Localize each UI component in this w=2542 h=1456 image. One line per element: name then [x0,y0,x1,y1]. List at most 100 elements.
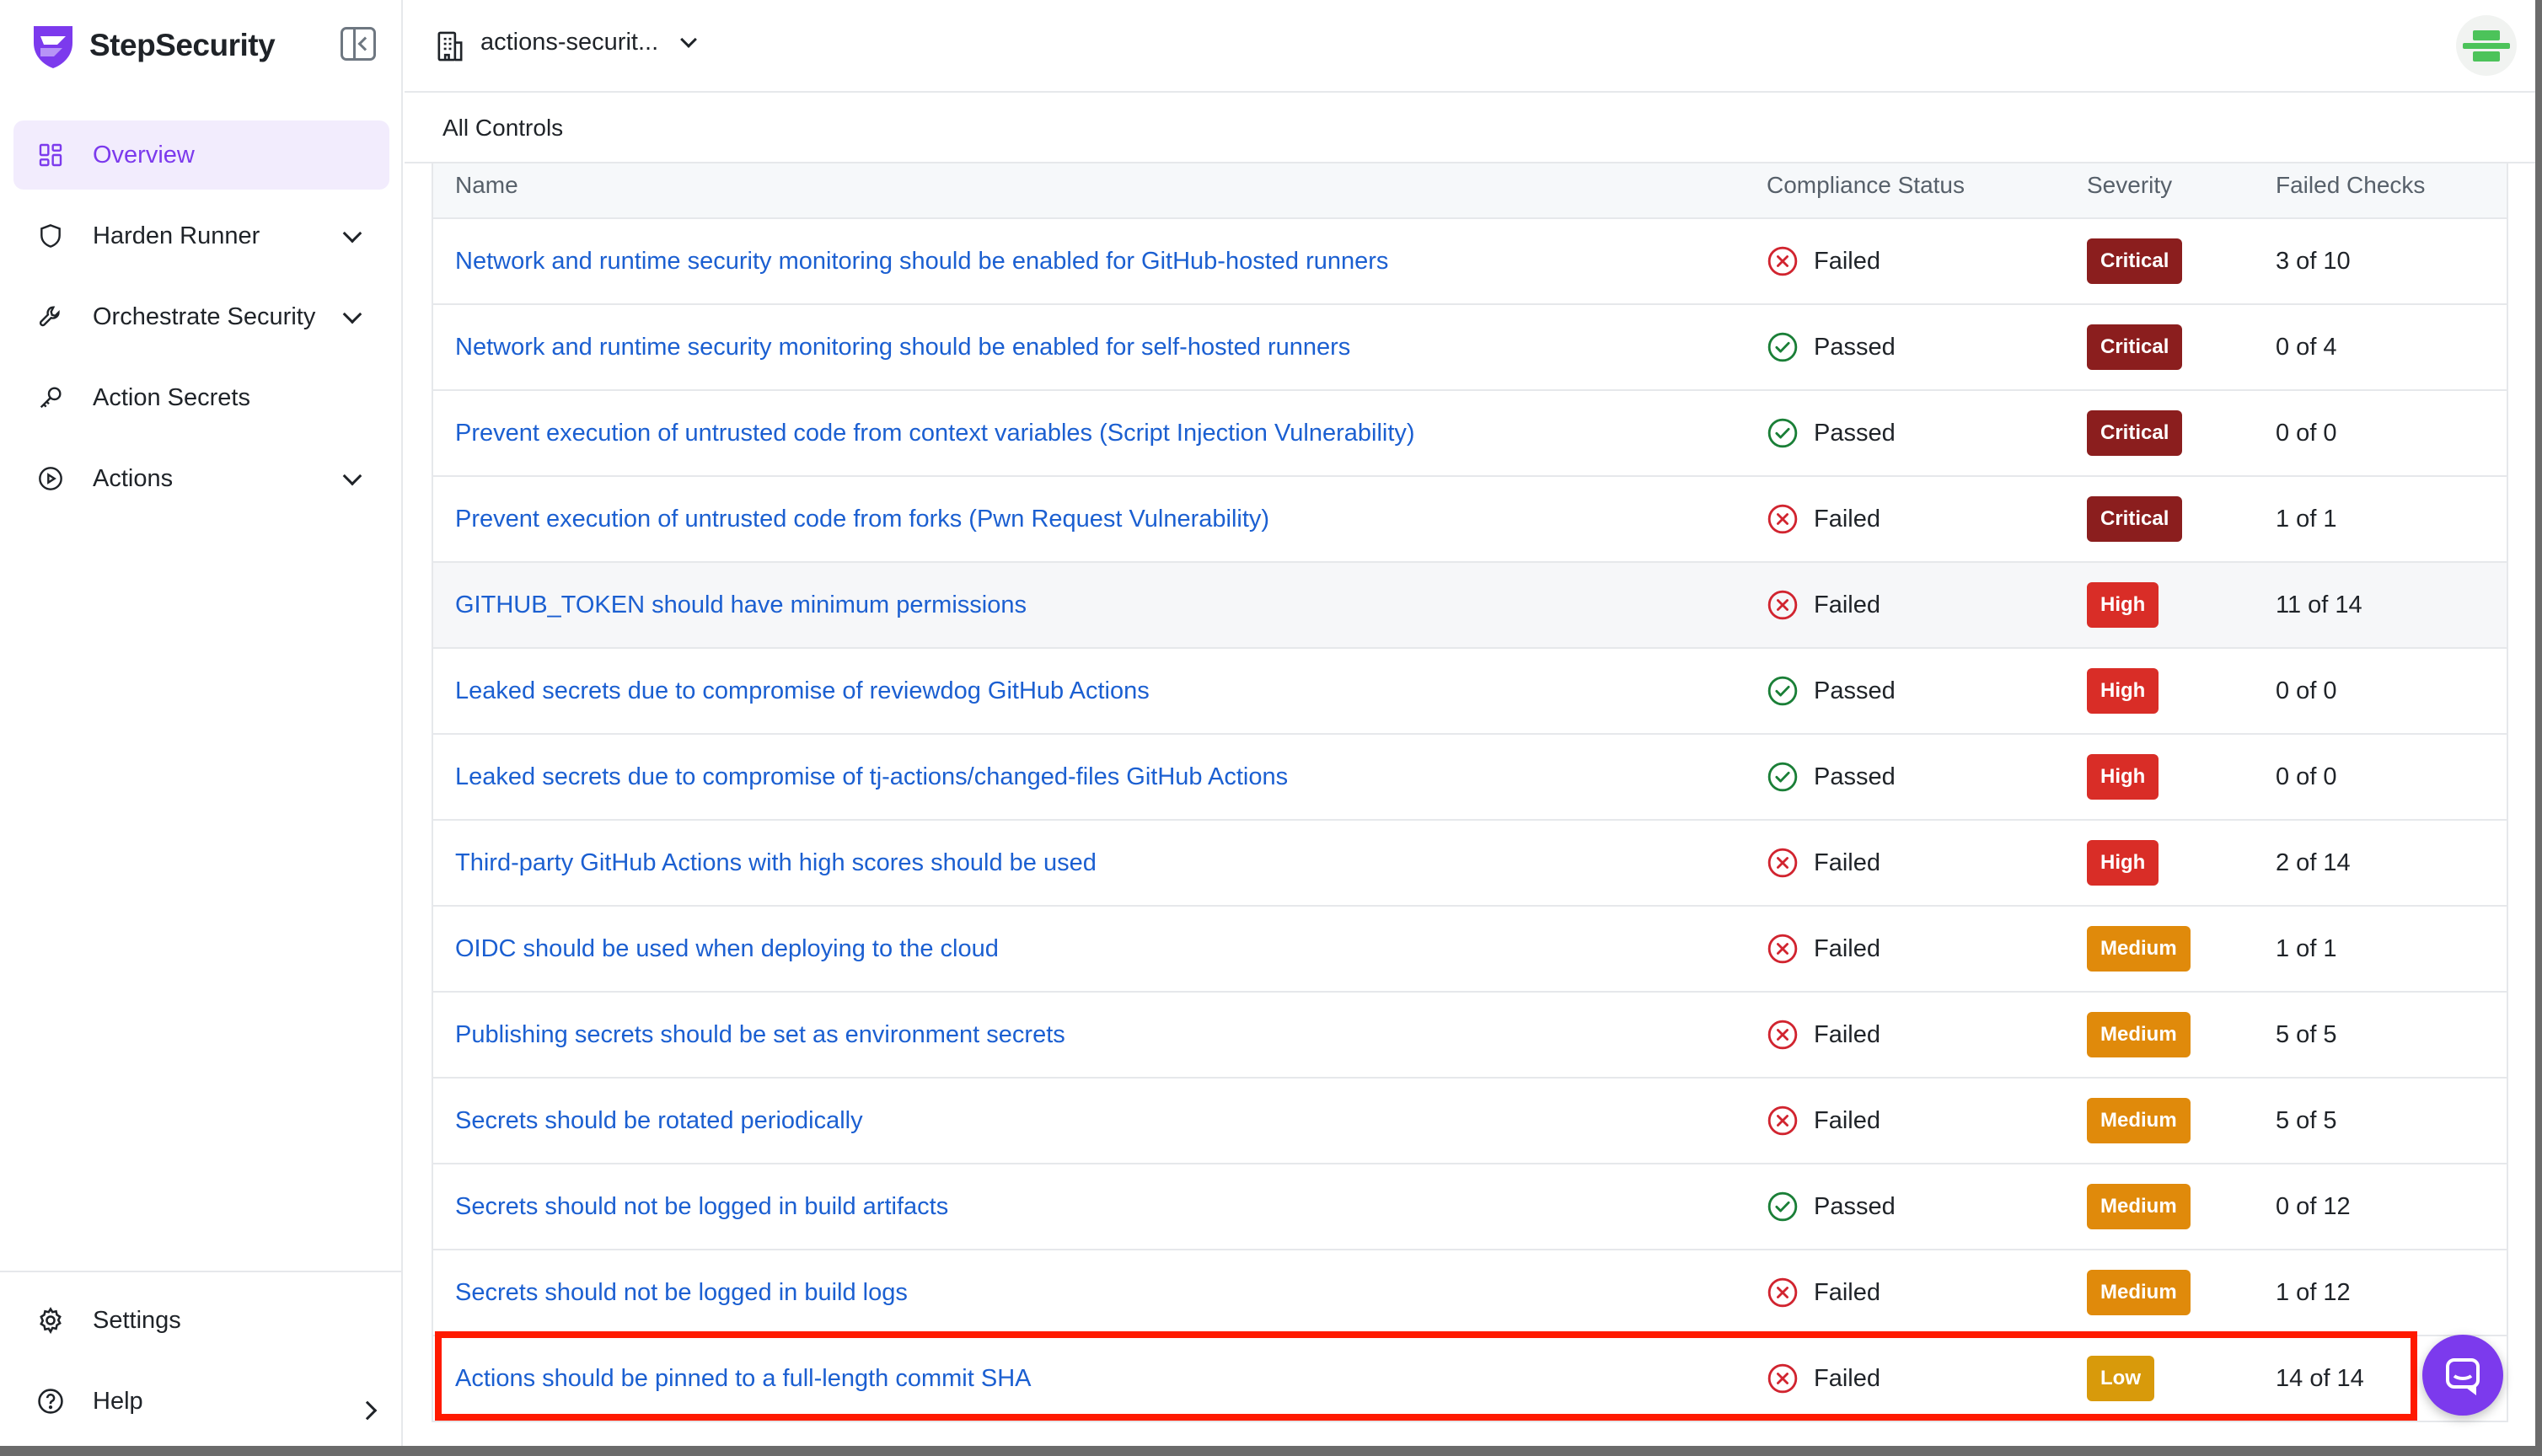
sidebar-item-label: Orchestrate Security [93,302,316,330]
severity-cell: High [2087,735,2159,819]
failed-checks: 11 of 14 [2276,591,2362,618]
severity-badge: Medium [2087,1098,2191,1143]
control-name-link[interactable]: Prevent execution of untrusted code from… [455,477,1269,561]
table-row[interactable]: Leaked secrets due to compromise of tj-a… [432,735,2508,821]
compliance-status: Failed [1767,993,1880,1077]
table-row[interactable]: Third-party GitHub Actions with high sco… [432,821,2508,907]
compliance-status: Passed [1767,649,1896,733]
table-row[interactable]: Leaked secrets due to compromise of revi… [432,649,2508,735]
check-circle-icon [1767,676,1798,706]
severity-badge: Critical [2087,238,2183,284]
chevron-down-icon[interactable] [680,31,697,48]
table-row[interactable]: Prevent execution of untrusted code from… [432,477,2508,563]
play-circle-icon [35,463,66,494]
sidebar-item-label: Harden Runner [93,222,260,249]
severity-badge: Critical [2087,410,2183,456]
compliance-status: Failed [1767,1336,1880,1421]
column-header-name[interactable]: Name [455,163,518,219]
table-row[interactable]: Secrets should not be logged in build lo… [432,1250,2508,1336]
severity-badge: Medium [2087,1184,2191,1229]
x-circle-icon [1767,1277,1798,1308]
compliance-status: Failed [1767,1250,1880,1335]
table-row[interactable]: Secrets should be rotated periodically Fa… [432,1079,2508,1164]
status-text: Failed [1814,1106,1880,1134]
sidebar-item-action-secrets[interactable]: Action Secrets [13,363,389,432]
table-row[interactable]: Prevent execution of untrusted code from… [432,391,2508,477]
table-row[interactable]: GITHUB_TOKEN should have minimum permiss… [432,563,2508,649]
failed-checks: 0 of 0 [2276,763,2337,790]
x-circle-icon [1767,848,1798,878]
x-circle-icon [1767,1363,1798,1394]
brand[interactable]: StepSecurity [29,19,276,72]
avatar[interactable] [2456,15,2517,76]
failed-checks: 5 of 5 [2276,1020,2337,1048]
shield-icon [35,221,66,251]
column-header-status[interactable]: Compliance Status [1767,163,1965,219]
sidebar-item-overview[interactable]: Overview [13,120,389,190]
table-row[interactable]: Secrets should not be logged in build ar… [432,1164,2508,1250]
control-name-link[interactable]: Secrets should not be logged in build lo… [455,1250,908,1335]
check-circle-icon [1767,762,1798,792]
control-name-link[interactable]: Secrets should not be logged in build ar… [455,1164,948,1249]
org-selector[interactable]: actions-securit... [480,29,658,56]
column-header-failed-checks[interactable]: Failed Checks [2276,163,2425,219]
chevron-down-icon[interactable] [342,466,362,486]
severity-badge: Low [2087,1356,2154,1401]
control-name-link[interactable]: Prevent execution of untrusted code from… [455,391,1415,475]
control-name-link[interactable]: Leaked secrets due to compromise of tj-a… [455,735,1288,819]
sidebar-item-actions[interactable]: Actions [13,444,389,513]
compliance-status: Passed [1767,391,1896,475]
table-row[interactable]: Publishing secrets should be set as envi… [432,993,2508,1079]
failed-checks: 5 of 5 [2276,1106,2337,1134]
severity-badge: Medium [2087,1270,2191,1315]
key-icon [35,383,66,413]
control-name-link[interactable]: GITHUB_TOKEN should have minimum permiss… [455,563,1027,647]
status-text: Failed [1814,1278,1880,1306]
table-row[interactable]: OIDC should be used when deploying to th… [432,907,2508,993]
sidebar-item-label: Help [93,1387,143,1415]
chat-icon [2446,1358,2480,1395]
sidebar-item-harden-runner[interactable]: Harden Runner [13,201,389,270]
control-name-link[interactable]: Publishing secrets should be set as envi… [455,993,1065,1077]
column-header-severity[interactable]: Severity [2087,163,2172,219]
compliance-status: Passed [1767,305,1896,389]
sidebar-collapse-icon[interactable] [341,27,376,61]
failed-checks: 0 of 4 [2276,333,2337,361]
chevron-down-icon[interactable] [342,304,362,324]
sidebar-item-label: Actions [93,464,174,492]
control-name-link[interactable]: Network and runtime security monitoring … [455,305,1350,389]
chat-launcher-button[interactable] [2422,1335,2503,1416]
chevron-down-icon[interactable] [342,223,362,244]
severity-cell: High [2087,649,2159,733]
status-text: Failed [1814,247,1880,275]
x-circle-icon [1767,504,1798,534]
severity-cell: Low [2087,1336,2154,1421]
table-row[interactable]: Network and runtime security monitoring … [432,305,2508,391]
x-circle-icon [1767,246,1798,276]
control-name-link[interactable]: Leaked secrets due to compromise of revi… [455,649,1150,733]
check-circle-icon [1767,332,1798,362]
table-row[interactable]: Actions should be pinned to a full-lengt… [432,1336,2508,1422]
severity-cell: Critical [2087,477,2183,561]
control-name-link[interactable]: Third-party GitHub Actions with high sco… [455,821,1097,905]
wrench-icon [35,302,66,332]
status-text: Passed [1814,333,1896,361]
table-body: Network and runtime security monitoring … [432,219,2508,1422]
sidebar-item-label: Action Secrets [93,383,250,411]
sidebar-item-help[interactable]: Help [35,1376,378,1427]
grid-icon [35,140,66,170]
control-name-link[interactable]: Actions should be pinned to a full-lengt… [455,1336,1031,1421]
control-name-link[interactable]: Network and runtime security monitoring … [455,219,1388,303]
brand-name: StepSecurity [89,28,276,62]
control-name-link[interactable]: Secrets should be rotated periodically [455,1079,863,1163]
severity-badge: Medium [2087,1012,2191,1057]
x-circle-icon [1767,934,1798,964]
table-row[interactable]: Network and runtime security monitoring … [432,219,2508,305]
sidebar-item-orchestrate-security[interactable]: Orchestrate Security [13,282,389,351]
controls-table: Name Compliance Status Severity Failed C… [432,163,2508,1422]
sidebar-item-settings[interactable]: Settings [35,1295,373,1346]
chevron-right-icon [357,1400,378,1421]
status-text: Passed [1814,1192,1896,1220]
control-name-link[interactable]: OIDC should be used when deploying to th… [455,907,999,991]
x-circle-icon [1767,1020,1798,1050]
